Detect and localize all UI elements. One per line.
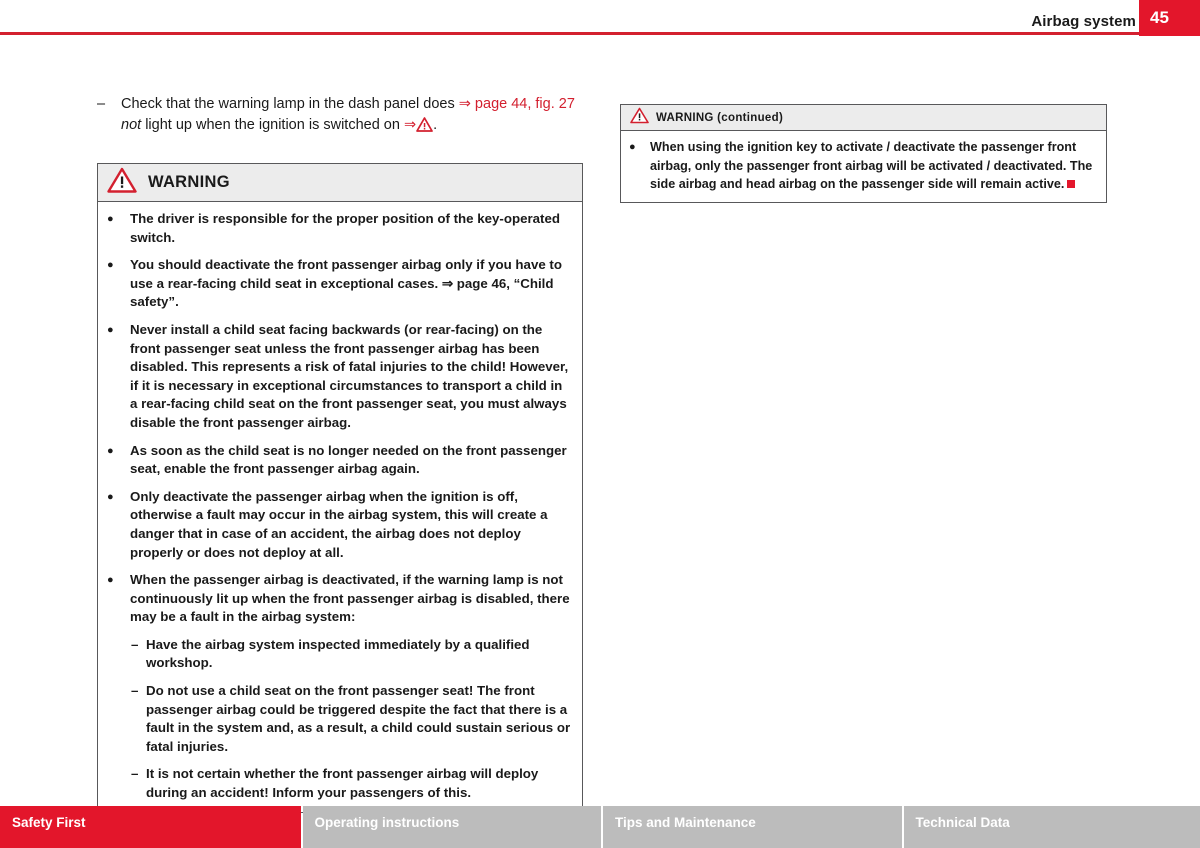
footer-tab-label: Technical Data	[915, 815, 1010, 830]
bullet-marker: ●	[107, 574, 114, 587]
warning-continued-title: WARNING (continued)	[656, 111, 784, 124]
page-number: 45	[1150, 8, 1169, 27]
intro-part1: Check that the warning lamp in the dash …	[121, 96, 459, 112]
warning-bullet-text: When using the ignition key to activate …	[650, 138, 1098, 194]
left-column: – Check that the warning lamp in the das…	[97, 94, 583, 813]
footer-navigation: Safety First Operating instructions Tips…	[0, 806, 1200, 848]
footer-tab-label: Operating instructions	[314, 815, 460, 830]
warning-bullet-text: As soon as the child seat is no longer n…	[130, 442, 567, 477]
warning-bullet-item: ● The driver is responsible for the prop…	[107, 210, 573, 247]
dash-marker: –	[131, 636, 139, 652]
footer-tab-label: Safety First	[12, 815, 86, 830]
warning-bullet-text: You should deactivate the front passenge…	[130, 257, 562, 310]
warning-triangle-icon-inline	[416, 117, 433, 132]
warning-continued-body: ● When using the ignition key to activat…	[621, 131, 1106, 202]
warning-bullet-text: When the passenger airbag is deactivated…	[130, 572, 570, 625]
page-number-badge: 45	[1139, 0, 1200, 36]
warning-box-main: WARNING ● The driver is responsible for …	[97, 163, 583, 813]
warning-title: WARNING	[148, 173, 230, 191]
warning-triangle-icon	[630, 107, 649, 129]
warning-sub-item: – Have the airbag system inspected immed…	[131, 636, 573, 673]
bullet-marker: ●	[107, 323, 114, 336]
warning-bullet-text: The driver is responsible for the proper…	[130, 211, 561, 245]
warning-box-body: ● The driver is responsible for the prop…	[98, 202, 582, 812]
warning-box-continued: WARNING (continued) ● When using the ign…	[620, 104, 1107, 203]
cross-ref-arrow-icon: ⇒	[458, 96, 471, 112]
warning-bullet-text: Never install a child seat facing backwa…	[130, 321, 569, 430]
cross-ref-link-page44[interactable]: page 44, fig. 27	[471, 96, 575, 112]
bullet-marker: ●	[107, 444, 114, 457]
footer-tab-technical-data[interactable]: Technical Data	[903, 806, 1200, 848]
footer-tab-tips-and-maintenance[interactable]: Tips and Maintenance	[603, 806, 902, 848]
cross-ref-arrow-icon-2: ⇒	[403, 117, 417, 133]
dash-marker: –	[131, 766, 139, 782]
warning-bullet-item: ● Never install a child seat facing back…	[107, 321, 573, 433]
dash-marker: –	[97, 96, 106, 112]
footer-tab-safety-first[interactable]: Safety First	[0, 806, 301, 848]
warning-sub-text: Have the airbag system inspected immedia…	[146, 636, 530, 671]
footer-tab-label: Tips and Maintenance	[615, 815, 756, 830]
warning-bullet-text: Only deactivate the passenger airbag whe…	[130, 488, 548, 560]
warning-sub-text: Do not use a child seat on the front pas…	[146, 683, 571, 754]
right-column: WARNING (continued) ● When using the ign…	[620, 104, 1107, 203]
footer-tab-operating-instructions[interactable]: Operating instructions	[302, 806, 601, 848]
warning-sub-text: It is not certain whether the front pass…	[146, 766, 539, 801]
bullet-marker: ●	[107, 213, 114, 225]
warning-bullet-item: ● When the passenger airbag is deactivat…	[107, 571, 573, 627]
header-divider-rule	[0, 32, 1139, 35]
warning-bullet-item: ● When using the ignition key to activat…	[629, 138, 1098, 194]
warning-bullet-item: ● You should deactivate the front passen…	[107, 256, 573, 312]
intro-part2: light up when the ignition is switched o…	[141, 117, 404, 133]
intro-period: .	[433, 117, 438, 133]
warning-continued-text: When using the ignition key to activate …	[650, 140, 1093, 191]
warning-sub-item: – Do not use a child seat on the front p…	[131, 682, 573, 756]
warning-bullet-item: ● Only deactivate the passenger airbag w…	[107, 488, 573, 562]
page-header: Airbag system 45	[0, 0, 1200, 36]
bullet-marker: ●	[107, 259, 114, 272]
page-title: Airbag system	[1031, 13, 1136, 30]
intro-dash-item: – Check that the warning lamp in the das…	[97, 94, 583, 136]
warning-sub-item: – It is not certain whether the front pa…	[131, 765, 573, 802]
dash-marker: –	[131, 683, 139, 699]
intro-italic-not: not	[121, 117, 142, 133]
warning-box-header: WARNING	[98, 164, 582, 202]
red-square-end-marker	[1067, 180, 1076, 188]
warning-triangle-icon	[107, 167, 137, 198]
warning-bullet-item: ● As soon as the child seat is no longer…	[107, 442, 573, 479]
intro-text: Check that the warning lamp in the dash …	[121, 94, 583, 136]
bullet-marker: ●	[629, 141, 636, 153]
bullet-marker: ●	[107, 490, 114, 503]
warning-continued-header: WARNING (continued)	[621, 105, 1106, 131]
